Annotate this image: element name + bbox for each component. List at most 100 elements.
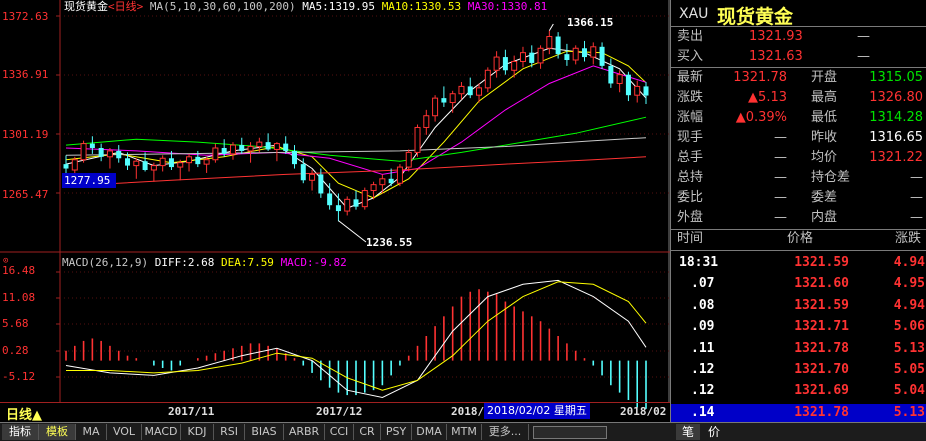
indicator-tab[interactable]: 模板 — [39, 424, 76, 440]
candle-body — [449, 93, 456, 104]
candle-body — [212, 147, 219, 161]
candle-body — [133, 160, 140, 167]
tick-time: .12 — [691, 362, 715, 377]
symbol-row: XAU 现货黄金 — [671, 0, 926, 28]
stat-label: 涨跌 — [677, 90, 704, 105]
quote-tab[interactable]: 价 — [702, 424, 726, 440]
stat-value: 1315.05 — [869, 70, 923, 85]
tick-change: 4.94 — [893, 297, 925, 313]
candle-body — [519, 52, 526, 62]
candle-body — [388, 178, 394, 184]
candle-body — [344, 198, 351, 212]
candle-body — [142, 161, 148, 170]
x-axis-label: 2018/ — [451, 405, 485, 418]
stat-label: 现手 — [677, 130, 704, 145]
indicator-tab[interactable]: CCI — [325, 424, 354, 440]
indicator-tab[interactable]: KDJ — [181, 424, 214, 440]
candle-body — [476, 87, 483, 96]
macd-axis-label: -5.12 — [2, 370, 36, 383]
tick-time: 18:31 — [679, 255, 719, 270]
indicator-settings-icon[interactable]: ⊙ — [3, 256, 8, 266]
tick-change: 5.05 — [893, 362, 925, 377]
symbol-code: XAU — [679, 6, 709, 22]
chart-canvas[interactable] — [0, 0, 670, 422]
stat-label: 涨幅 — [677, 110, 704, 125]
candle-body — [71, 159, 78, 171]
macd-panel — [65, 279, 647, 409]
candle-body — [273, 143, 280, 150]
tick-time: .14 — [691, 404, 715, 420]
stat-label: 委比 — [677, 190, 704, 205]
tick-time: .08 — [691, 297, 715, 313]
candle-body — [221, 148, 227, 154]
stat-label: 均价 — [811, 150, 838, 165]
indicator-tab-bar: 指标 模板 MA VOL MACD KDJ RSI BIAS ARBR CCI CR PSY DMA MT… — [0, 422, 926, 441]
indicator-tab[interactable]: MA — [76, 424, 107, 440]
quote-tab[interactable]: 笔 — [676, 424, 700, 440]
indicator-tab[interactable]: VOL — [107, 424, 142, 440]
period-selector[interactable]: 日线▲ — [6, 404, 42, 423]
candle-body — [98, 148, 104, 157]
stat-label: 内盘 — [811, 210, 838, 225]
tick-price: 1321.71 — [794, 319, 849, 335]
candle-body — [414, 126, 421, 153]
candle-body — [353, 199, 359, 207]
tick-change: 5.06 — [893, 319, 925, 335]
tick-header-time: 时间 — [677, 231, 704, 246]
candle-body — [441, 98, 447, 103]
candle-body — [89, 143, 95, 148]
ma30-value: MA30:1330.81 — [467, 0, 548, 13]
indicator-tab[interactable]: PSY — [381, 424, 412, 440]
candle-body — [634, 85, 641, 96]
tick-time: .09 — [691, 319, 715, 335]
indicator-tab[interactable]: 指标 — [2, 424, 39, 440]
candle-body — [502, 57, 508, 71]
stat-label: 总手 — [677, 150, 704, 165]
indicator-tab[interactable]: RSI — [214, 424, 245, 440]
price-axis-label: 1336.91 — [2, 68, 49, 81]
candle-body — [546, 36, 553, 49]
ma10-value: MA10:1330.53 — [381, 0, 462, 13]
candle-body — [396, 166, 403, 184]
indicator-tab[interactable]: 更多... — [482, 424, 529, 440]
tab-scrollbar[interactable] — [533, 426, 607, 439]
tick-change: 4.95 — [893, 276, 925, 292]
stat-value: 1326.80 — [869, 90, 923, 105]
candle-body — [186, 156, 193, 164]
chart-area[interactable]: 现货黄金<日线> MA(5,10,30,60,100,200) MA5:1319… — [0, 0, 670, 423]
indicator-tab[interactable]: DMA — [412, 424, 447, 440]
candle-body — [511, 60, 518, 71]
candle-body — [300, 164, 306, 181]
macd-dea: DEA:7.59 — [220, 256, 274, 269]
stat-value: ▲5.13 — [748, 90, 787, 105]
stat-value: — — [774, 210, 787, 225]
tick-price: 1321.59 — [794, 255, 849, 270]
candle-body — [309, 173, 316, 181]
ma-line-ma30 — [65, 65, 647, 175]
indicator-tab[interactable]: BIAS — [245, 424, 284, 440]
stat-value: ▲0.39% — [735, 110, 787, 125]
indicator-tab[interactable]: MACD — [142, 424, 181, 440]
sell-price: 1321.93 — [749, 29, 803, 44]
candle-body — [529, 52, 535, 63]
macd-params: MACD(26,12,9) — [62, 256, 149, 269]
stat-label: 持仓差 — [811, 170, 851, 185]
tick-time: .07 — [691, 276, 715, 292]
tick-change: 5.13 — [893, 340, 925, 356]
indicator-tab[interactable]: CR — [354, 424, 381, 440]
sell-label: 卖出 — [677, 29, 704, 44]
candle-body — [265, 142, 271, 150]
buy-label: 买入 — [677, 49, 704, 64]
candle-body — [493, 56, 500, 71]
cursor-date-tag: 2018/02/02 星期五 — [484, 403, 590, 419]
stat-value: — — [910, 210, 923, 225]
stat-value: — — [774, 130, 787, 145]
stat-value: — — [910, 170, 923, 185]
candle-body — [572, 47, 579, 61]
indicator-tab[interactable]: MTM — [447, 424, 482, 440]
indicator-tab[interactable]: ARBR — [284, 424, 325, 440]
divider — [671, 250, 926, 251]
ma-line-ma200 — [65, 156, 647, 187]
period-label: 日线 — [114, 0, 137, 13]
tick-change: 4.94 — [893, 255, 925, 270]
